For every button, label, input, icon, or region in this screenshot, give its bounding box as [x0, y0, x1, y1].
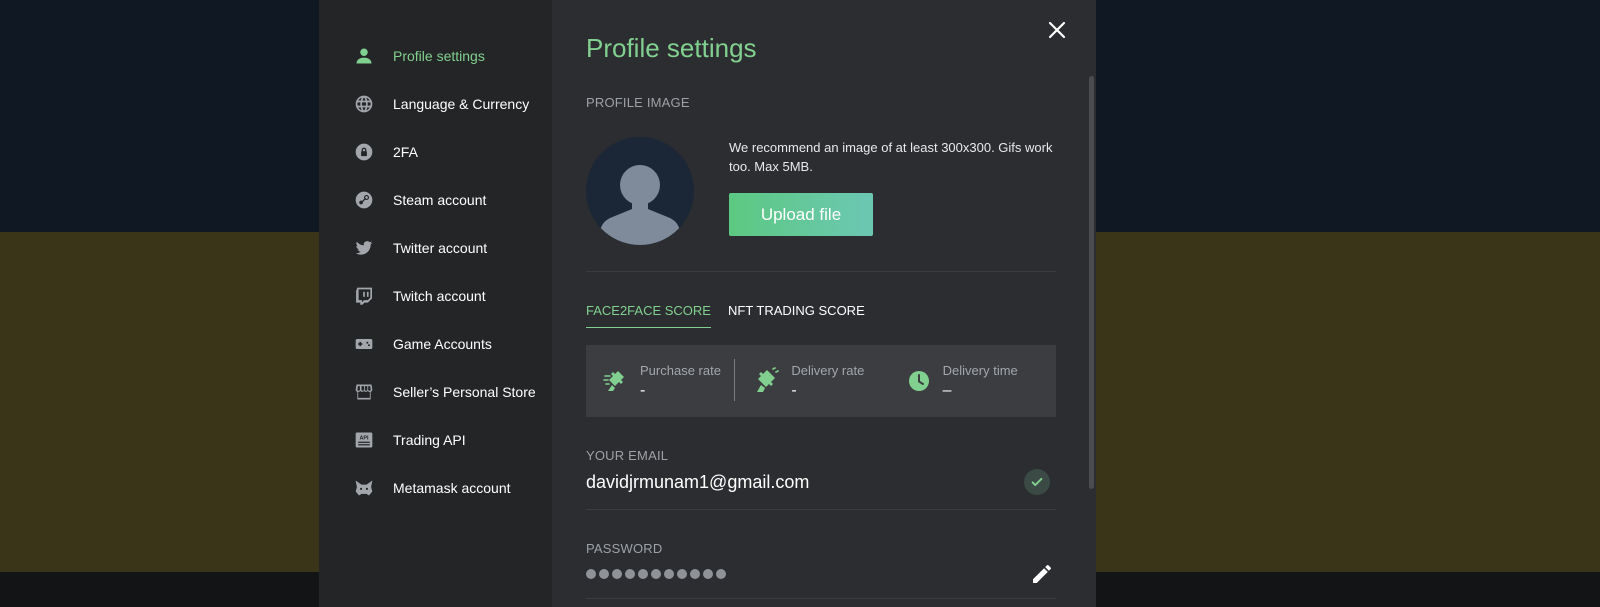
- score-purchase-rate: Purchase rate -: [602, 358, 753, 401]
- avatar[interactable]: [586, 137, 694, 245]
- score-delivery-time: Delivery time –: [905, 363, 1056, 400]
- twitter-icon: [353, 237, 375, 259]
- score-delivery-rate: Delivery rate -: [753, 363, 904, 400]
- score-title: Purchase rate: [640, 362, 721, 378]
- close-icon[interactable]: [1045, 18, 1069, 42]
- score-text: Purchase rate -: [640, 363, 721, 400]
- divider: [586, 509, 1056, 510]
- email-label: YOUR EMAIL: [586, 448, 669, 463]
- sidebar-item-label: Metamask account: [393, 480, 511, 496]
- sidebar-item-label: Language & Currency: [393, 96, 530, 112]
- api-icon: API: [353, 429, 375, 451]
- divider: [586, 271, 1056, 272]
- sidebar-item-label: Seller’s Personal Store: [393, 384, 536, 400]
- profile-image-actions: We recommend an image of at least 300x30…: [729, 137, 1059, 236]
- score-title: Delivery time: [942, 362, 1018, 378]
- password-mask: [586, 569, 726, 579]
- score-value: –: [942, 381, 952, 399]
- svg-text:API: API: [359, 436, 369, 442]
- score-value: -: [791, 381, 797, 399]
- sidebar-item-2fa[interactable]: 2FA: [319, 128, 552, 176]
- profile-settings-panel: Profile settings PROFILE IMAGE We recomm…: [552, 0, 1096, 607]
- tab-face2face-score[interactable]: FACE2FACE SCORE: [586, 303, 711, 328]
- upload-file-button[interactable]: Upload file: [729, 193, 873, 236]
- twitch-icon: [353, 285, 375, 307]
- globe-icon: [353, 93, 375, 115]
- score-value: -: [640, 381, 646, 399]
- gamepad-icon: [353, 333, 375, 355]
- score-panel: Purchase rate - Delivery rate - Delivery…: [586, 345, 1056, 417]
- metamask-icon: [353, 477, 375, 499]
- sidebar-item-label: 2FA: [393, 144, 418, 160]
- settings-sidebar: Profile settings Language & Currency 2FA…: [319, 0, 552, 607]
- sidebar-item-trading-api[interactable]: API Trading API: [319, 416, 552, 464]
- sidebar-item-label: Profile settings: [393, 48, 485, 64]
- sidebar-item-label: Steam account: [393, 192, 487, 208]
- sidebar-item-label: Game Accounts: [393, 336, 492, 352]
- sidebar-item-sellers-personal-store[interactable]: Seller’s Personal Store: [319, 368, 552, 416]
- upload-hint: We recommend an image of at least 300x30…: [729, 140, 1053, 174]
- edit-password-icon[interactable]: [1030, 562, 1054, 586]
- scrollbar-thumb[interactable]: [1089, 76, 1094, 489]
- lock-icon: [353, 141, 375, 163]
- tab-nft-trading-score[interactable]: NFT TRADING SCORE: [728, 303, 865, 328]
- profile-image-row: We recommend an image of at least 300x30…: [586, 137, 1096, 247]
- sidebar-item-label: Twitch account: [393, 288, 486, 304]
- password-row: [586, 562, 1056, 586]
- profile-image-label: PROFILE IMAGE: [586, 95, 690, 110]
- sidebar-item-game-accounts[interactable]: Game Accounts: [319, 320, 552, 368]
- score-tabs: FACE2FACE SCORE NFT TRADING SCORE: [586, 303, 1096, 328]
- settings-modal: Profile settings Language & Currency 2FA…: [319, 0, 1096, 607]
- scrollbar[interactable]: [1082, 0, 1096, 607]
- score-text: Delivery time –: [943, 363, 1018, 400]
- sidebar-item-label: Trading API: [393, 432, 466, 448]
- sidebar-item-twitter-account[interactable]: Twitter account: [319, 224, 552, 272]
- sidebar-item-language-currency[interactable]: Language & Currency: [319, 80, 552, 128]
- sidebar-item-label: Twitter account: [393, 240, 488, 256]
- purchase-rate-icon: [602, 367, 630, 395]
- score-text: Delivery rate -: [791, 363, 864, 400]
- divider: [586, 598, 1056, 599]
- email-value: davidjrmunam1@gmail.com: [586, 471, 810, 492]
- sidebar-item-steam-account[interactable]: Steam account: [319, 176, 552, 224]
- store-icon: [353, 381, 375, 403]
- verified-check-icon: [1024, 469, 1050, 495]
- sidebar-item-twitch-account[interactable]: Twitch account: [319, 272, 552, 320]
- person-icon: [353, 45, 375, 67]
- score-title: Delivery rate: [791, 362, 865, 378]
- email-row: davidjrmunam1@gmail.com: [586, 469, 1056, 495]
- delivery-rate-icon: [753, 366, 781, 395]
- page-title: Profile settings: [586, 33, 757, 63]
- sidebar-item-profile-settings[interactable]: Profile settings: [319, 32, 552, 80]
- sidebar-item-metamask-account[interactable]: Metamask account: [319, 464, 552, 512]
- clock-icon: [905, 367, 933, 395]
- steam-icon: [353, 189, 375, 211]
- password-label: PASSWORD: [586, 541, 663, 556]
